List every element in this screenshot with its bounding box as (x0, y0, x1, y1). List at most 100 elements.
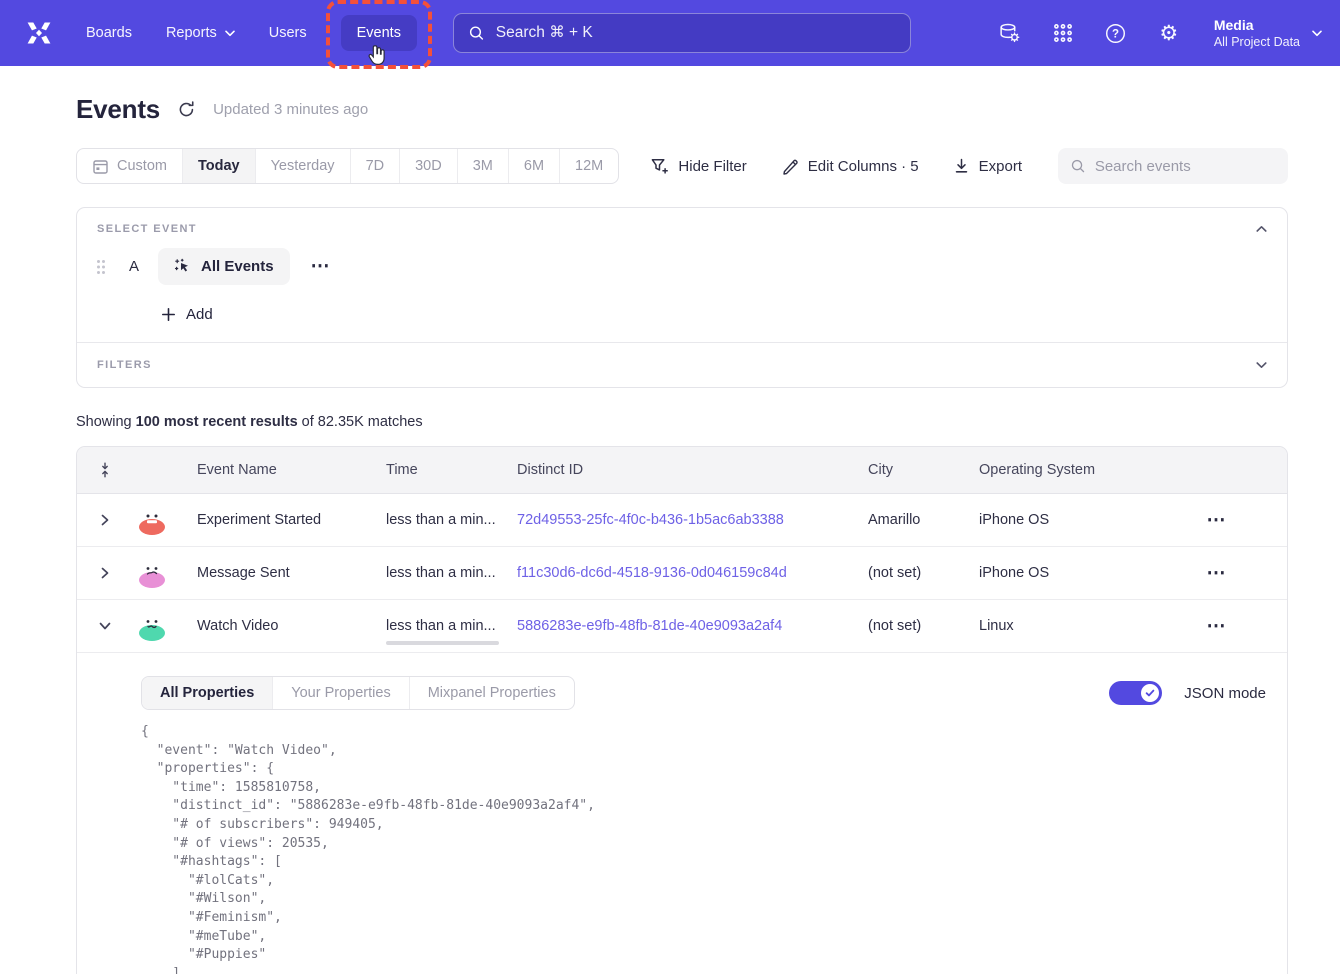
cell-os: iPhone OS (959, 512, 1145, 528)
toolbar: Custom Today Yesterday 7D 30D 3M 6M 12M (76, 148, 1288, 184)
nav-item-reports[interactable]: Reports (166, 25, 235, 41)
col-header-os[interactable]: Operating System (959, 462, 1145, 478)
event-detail-panel: All Properties Your Properties Mixpanel … (77, 653, 1287, 974)
refresh-button[interactable] (177, 100, 196, 119)
range-yesterday[interactable]: Yesterday (256, 149, 351, 183)
cell-distinct-id-link[interactable]: 72d49553-25fc-4f0c-b436-1b5ac6ab3388 (497, 512, 848, 528)
help-icon[interactable]: ? (1104, 21, 1128, 45)
collapse-section-button[interactable] (1256, 225, 1267, 233)
all-events-chip[interactable]: All Events (158, 248, 290, 285)
tab-all-properties[interactable]: All Properties (142, 677, 273, 709)
mixpanel-logo[interactable] (20, 18, 58, 48)
tab-your-properties[interactable]: Your Properties (273, 677, 409, 709)
global-search-input[interactable] (496, 24, 896, 42)
expand-collapse-all-icon (97, 461, 113, 479)
apps-grid-icon[interactable] (1051, 21, 1075, 45)
date-range-picker: Custom Today Yesterday 7D 30D 3M 6M 12M (76, 148, 619, 184)
nav-item-boards[interactable]: Boards (86, 25, 132, 41)
data-management-icon[interactable] (998, 21, 1022, 45)
range-7d[interactable]: 7D (351, 149, 401, 183)
last-updated-text: Updated 3 minutes ago (213, 101, 368, 118)
nav-item-users[interactable]: Users (269, 25, 307, 41)
all-events-chip-label: All Events (201, 258, 274, 275)
col-header-event-name[interactable]: Event Name (177, 462, 366, 478)
cell-distinct-id-link[interactable]: f11c30d6-dc6d-4518-9136-0d046159c84d (497, 565, 848, 581)
collapse-row-button[interactable] (77, 621, 133, 631)
table-row-expanded[interactable]: Watch Video less than a min... 5886283e-… (77, 600, 1287, 653)
cell-os: Linux (959, 618, 1145, 634)
plus-icon (161, 307, 176, 322)
top-navbar: Boards Reports Users Events (0, 0, 1340, 66)
project-name: Media (1214, 16, 1300, 34)
nav-item-events-wrap: Events (341, 15, 417, 51)
edit-columns-label: Edit Columns · 5 (808, 158, 919, 175)
check-icon (1145, 688, 1155, 698)
search-events-box[interactable] (1058, 148, 1288, 184)
events-table: Event Name Time Distinct ID City Operati… (76, 446, 1288, 974)
expand-filters-button[interactable] (1256, 361, 1267, 369)
edit-columns-button[interactable]: Edit Columns · 5 (781, 157, 919, 175)
pencil-icon (781, 157, 799, 175)
cell-city: Amarillo (848, 512, 959, 528)
cell-event-name: Message Sent (177, 565, 366, 581)
expand-row-button[interactable] (77, 567, 133, 579)
cell-time: less than a min... (366, 565, 497, 581)
settings-gear-icon[interactable]: ⚙ (1157, 21, 1181, 45)
query-builder-card: SELECT EVENT A (76, 207, 1288, 388)
hide-filter-button[interactable]: Hide Filter (650, 157, 746, 175)
event-step-more-icon[interactable]: ⋯ (311, 257, 330, 276)
export-label: Export (979, 158, 1022, 175)
range-custom[interactable]: Custom (77, 149, 183, 183)
search-icon (468, 24, 485, 42)
chevron-down-icon (1312, 30, 1322, 37)
primary-nav: Boards Reports Users Events (86, 15, 417, 51)
range-12m[interactable]: 12M (560, 149, 618, 183)
range-3m[interactable]: 3M (458, 149, 509, 183)
event-json-view: { "event": "Watch Video", "properties": … (141, 723, 1266, 974)
step-letter: A (129, 258, 139, 275)
properties-tabs: All Properties Your Properties Mixpanel … (141, 676, 575, 710)
svg-text:?: ? (1112, 28, 1119, 40)
search-icon (1070, 157, 1086, 175)
search-events-input[interactable] (1095, 158, 1276, 175)
row-more-options-icon[interactable]: ⋯ (1207, 511, 1226, 530)
table-header-row: Event Name Time Distinct ID City Operati… (77, 447, 1287, 494)
table-row[interactable]: Message Sent less than a min... f11c30d6… (77, 547, 1287, 600)
table-row[interactable]: Experiment Started less than a min... 72… (77, 494, 1287, 547)
cell-event-name: Experiment Started (177, 512, 366, 528)
results-summary: Showing 100 most recent results of 82.35… (76, 414, 1288, 430)
horizontal-scrollbar[interactable] (386, 641, 499, 645)
drag-handle-icon[interactable] (97, 260, 105, 274)
global-search[interactable] (453, 13, 911, 53)
nav-item-events[interactable]: Events (341, 15, 417, 51)
page-header: Events Updated 3 minutes ago (76, 94, 1288, 125)
collapse-all-button[interactable] (77, 461, 133, 479)
event-avatar (139, 625, 165, 641)
summary-suffix: of 82.35K matches (298, 414, 423, 430)
json-mode-toggle[interactable] (1109, 681, 1162, 705)
download-icon (953, 157, 970, 175)
row-more-options-icon[interactable]: ⋯ (1207, 564, 1226, 583)
range-6m[interactable]: 6M (509, 149, 560, 183)
project-info: Media All Project Data (1214, 16, 1300, 50)
add-event-label: Add (186, 306, 213, 323)
cell-city: (not set) (848, 565, 959, 581)
add-event-button[interactable]: Add (161, 306, 1287, 323)
col-header-time[interactable]: Time (366, 462, 497, 478)
tab-mixpanel-properties[interactable]: Mixpanel Properties (410, 677, 574, 709)
json-mode-label: JSON mode (1184, 685, 1266, 702)
filters-section[interactable]: FILTERS (77, 343, 1287, 387)
export-button[interactable]: Export (953, 157, 1022, 175)
events-page: Boards Reports Users Events (0, 0, 1340, 974)
cell-distinct-id-link[interactable]: 5886283e-e9fb-48fb-81de-40e9093a2af4 (497, 618, 848, 634)
range-today[interactable]: Today (183, 149, 256, 183)
col-header-distinct-id[interactable]: Distinct ID (497, 462, 848, 478)
row-more-options-icon[interactable]: ⋯ (1207, 617, 1226, 636)
expand-row-button[interactable] (77, 514, 133, 526)
range-30d[interactable]: 30D (400, 149, 458, 183)
project-subtitle: All Project Data (1214, 34, 1300, 50)
hide-filter-label: Hide Filter (678, 158, 746, 175)
chevron-down-icon (1256, 361, 1267, 369)
col-header-city[interactable]: City (848, 462, 959, 478)
project-switcher[interactable]: Media All Project Data (1214, 16, 1322, 50)
